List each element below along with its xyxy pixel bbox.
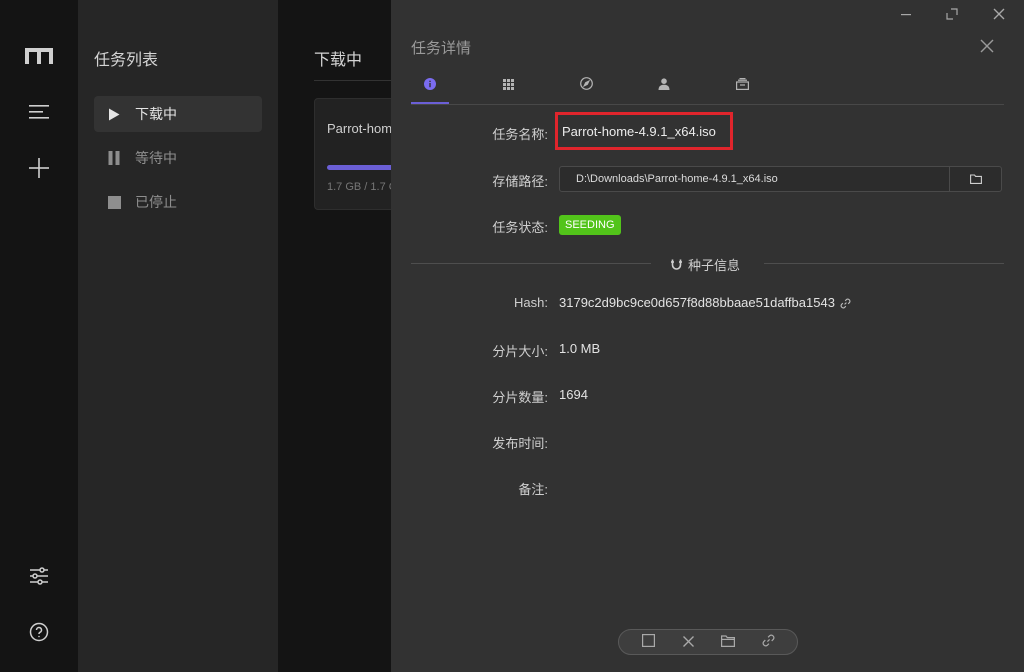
torrent-info-divider: 种子信息 xyxy=(671,255,740,274)
drawer-title: 任务详情 xyxy=(411,40,472,57)
maximize-icon[interactable] xyxy=(941,4,963,24)
help-icon[interactable] xyxy=(25,618,53,646)
divider-line-left xyxy=(411,263,651,264)
play-icon xyxy=(107,107,121,121)
copy-link-button[interactable] xyxy=(758,633,778,651)
piece-size-label: 分片大小: xyxy=(492,344,548,359)
folder-icon xyxy=(721,634,735,650)
tab-peers[interactable] xyxy=(645,68,683,102)
hash-value-row: 3179c2d9bc9ce0d657f8d88bbaae51daffba1543 xyxy=(559,295,851,310)
stop-square-icon xyxy=(641,634,655,650)
open-folder-button[interactable] xyxy=(949,167,1001,191)
detail-tabs xyxy=(411,68,1004,105)
sidebar-item-label: 已停止 xyxy=(135,194,177,210)
sidebar-item-downloading[interactable]: 下载中 xyxy=(94,96,262,132)
stop-task-button[interactable] xyxy=(638,633,658,651)
delete-task-button[interactable] xyxy=(678,633,698,651)
task-sidebar: 任务列表 下载中 等待中 已停止 xyxy=(78,0,278,672)
save-path-input[interactable] xyxy=(560,167,952,191)
hash-value: 3179c2d9bc9ce0d657f8d88bbaae51daffba1543 xyxy=(559,295,835,310)
sidebar-item-waiting[interactable]: 等待中 xyxy=(94,140,262,176)
open-folder-action-button[interactable] xyxy=(718,633,738,651)
close-x-icon xyxy=(682,635,694,650)
save-path-group xyxy=(559,166,1002,192)
compass-icon xyxy=(579,77,593,93)
settings-sliders-icon[interactable] xyxy=(25,562,53,590)
torrent-info-title: 种子信息 xyxy=(688,258,741,273)
grid-icon xyxy=(502,78,514,93)
piece-size-value: 1.0 MB xyxy=(559,341,601,356)
task-action-bar xyxy=(618,629,798,655)
info-icon xyxy=(424,77,436,93)
hash-label: Hash: xyxy=(514,295,548,310)
save-path-label: 存储路径: xyxy=(492,174,548,189)
sidebar-item-label: 下载中 xyxy=(135,106,177,122)
app-logo-icon[interactable] xyxy=(25,42,53,70)
task-detail-drawer: 任务详情 任务名称: Parrot-home-4.9.1_x64.iso 存储路… xyxy=(391,0,1024,672)
task-status-label: 任务状态: xyxy=(492,220,548,235)
add-task-icon[interactable] xyxy=(25,154,53,182)
folder-icon xyxy=(969,172,982,187)
divider-line-right xyxy=(764,263,1004,264)
piece-count-value: 1694 xyxy=(559,387,588,402)
comment-label: 备注: xyxy=(518,482,548,497)
status-badge: SEEDING xyxy=(559,215,621,235)
sidebar-item-stopped[interactable]: 已停止 xyxy=(94,184,262,220)
sidebar-title: 任务列表 xyxy=(94,52,159,69)
user-icon xyxy=(658,77,670,93)
task-name-text: Parrot-home-4.9.1_x64.iso xyxy=(562,123,716,139)
tab-general[interactable] xyxy=(411,68,449,104)
task-name-value: Parrot-home-4.9.1_x64.iso xyxy=(555,112,733,150)
magnet-icon xyxy=(671,259,682,271)
piece-count-label: 分片数量: xyxy=(492,390,548,405)
page-title: 下载中 xyxy=(314,52,363,69)
close-icon[interactable] xyxy=(977,36,997,56)
tab-pieces[interactable] xyxy=(489,68,527,102)
tab-files[interactable] xyxy=(723,68,761,102)
icon-rail xyxy=(0,0,78,672)
link-icon xyxy=(762,634,775,650)
stop-icon xyxy=(107,195,121,209)
sidebar-item-label: 等待中 xyxy=(135,150,177,166)
tab-ink-bar xyxy=(411,102,449,104)
pause-icon xyxy=(107,151,121,165)
minimize-icon[interactable] xyxy=(895,4,917,24)
tray-icon xyxy=(735,77,749,93)
copy-link-icon[interactable] xyxy=(840,298,851,309)
tab-trackers[interactable] xyxy=(567,68,605,102)
task-list-icon[interactable] xyxy=(25,98,53,126)
task-name-label: 任务名称: xyxy=(492,127,548,142)
window-close-icon[interactable] xyxy=(988,4,1010,24)
published-time-label: 发布时间: xyxy=(492,436,548,451)
